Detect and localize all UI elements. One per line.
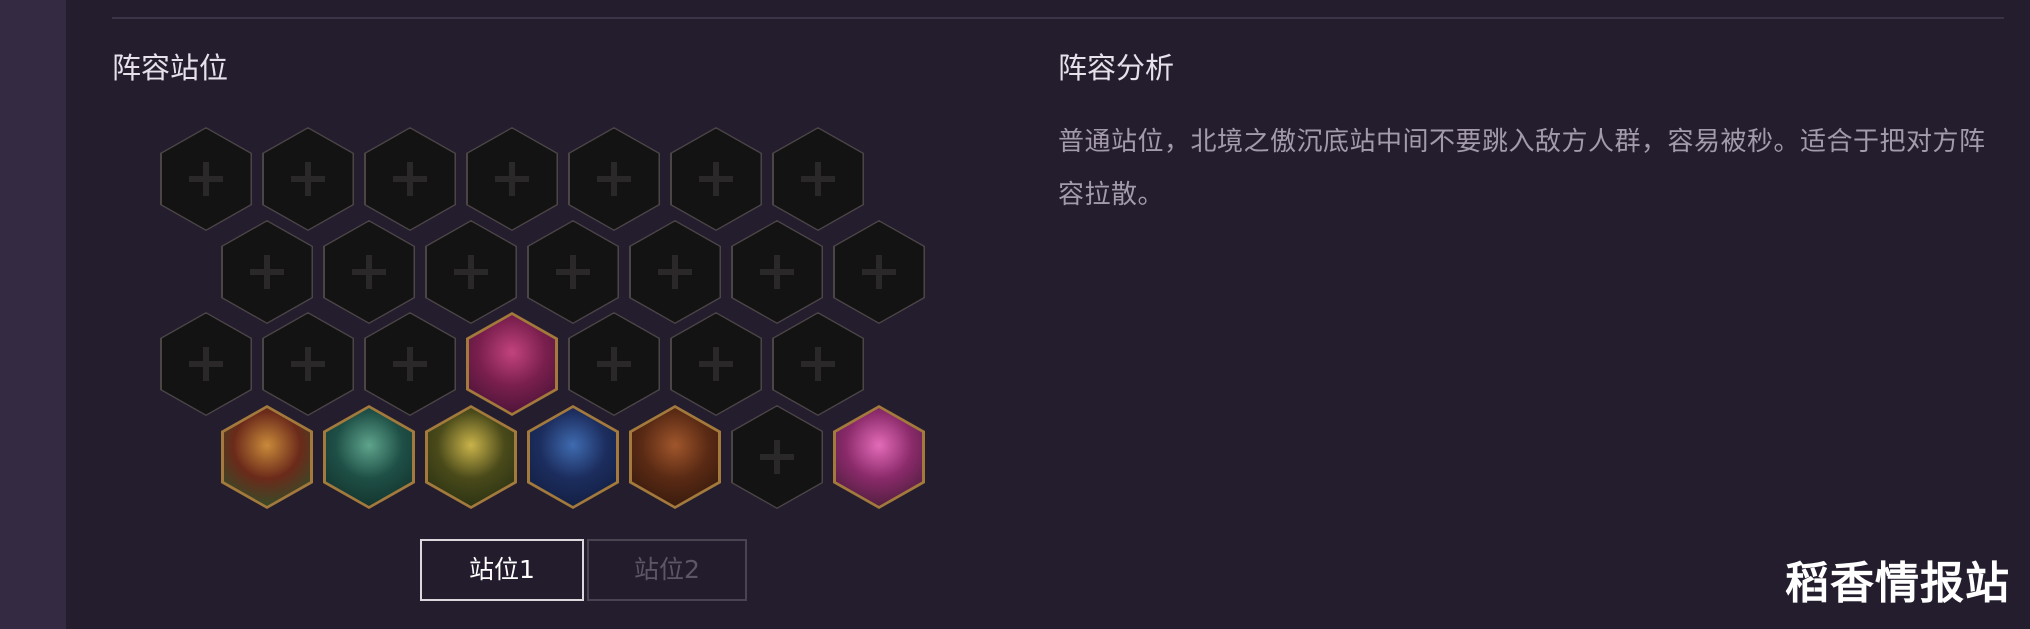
plus-icon: [760, 255, 794, 289]
plus-icon: [597, 347, 631, 381]
plus-icon: [699, 347, 733, 381]
champion-blue-beast-portrait: [530, 408, 616, 506]
plus-icon: [699, 162, 733, 196]
empty-hex-slot[interactable]: [568, 127, 660, 231]
empty-hex-slot[interactable]: [568, 312, 660, 416]
lineup-analysis-title: 阵容分析: [1058, 51, 1175, 85]
plus-icon: [658, 255, 692, 289]
empty-hex-slot[interactable]: [731, 405, 823, 509]
plus-icon: [393, 162, 427, 196]
champion-gold-ninja-hex[interactable]: [425, 405, 517, 509]
empty-hex-slot[interactable]: [670, 312, 762, 416]
empty-hex-slot[interactable]: [833, 220, 925, 324]
champion-monkey-portrait: [632, 408, 718, 506]
plus-icon: [760, 440, 794, 474]
empty-hex-slot[interactable]: [262, 312, 354, 416]
plus-icon: [556, 255, 590, 289]
empty-hex-slot[interactable]: [262, 127, 354, 231]
empty-hex-slot[interactable]: [731, 220, 823, 324]
empty-hex-slot[interactable]: [160, 127, 252, 231]
champion-pink-haired-hex[interactable]: [833, 405, 925, 509]
watermark: 稻香情报站: [1785, 558, 2010, 609]
champion-gold-ninja-portrait: [428, 408, 514, 506]
plus-icon: [862, 255, 896, 289]
champion-magenta-beast-portrait: [469, 315, 555, 413]
champion-masked-hunter-hex[interactable]: [221, 405, 313, 509]
empty-hex-slot[interactable]: [772, 127, 864, 231]
empty-hex-slot[interactable]: [160, 312, 252, 416]
empty-hex-slot[interactable]: [670, 127, 762, 231]
plus-icon: [801, 162, 835, 196]
plus-icon: [189, 162, 223, 196]
empty-hex-slot[interactable]: [772, 312, 864, 416]
plus-icon: [393, 347, 427, 381]
tab-position-2[interactable]: 站位2: [587, 539, 747, 601]
champion-masked-hunter-portrait: [224, 408, 310, 506]
empty-hex-slot[interactable]: [364, 312, 456, 416]
empty-hex-slot[interactable]: [323, 220, 415, 324]
champion-blue-beast-hex[interactable]: [527, 405, 619, 509]
champion-magenta-beast-hex[interactable]: [466, 312, 558, 416]
plus-icon: [801, 347, 835, 381]
empty-hex-slot[interactable]: [629, 220, 721, 324]
plus-icon: [291, 347, 325, 381]
empty-hex-slot[interactable]: [466, 127, 558, 231]
empty-hex-slot[interactable]: [527, 220, 619, 324]
plus-icon: [189, 347, 223, 381]
plus-icon: [597, 162, 631, 196]
plus-icon: [250, 255, 284, 289]
empty-hex-slot[interactable]: [364, 127, 456, 231]
plus-icon: [352, 255, 386, 289]
hex-board: [0, 0, 1000, 629]
champion-jade-dragon-portrait: [326, 408, 412, 506]
champion-jade-dragon-hex[interactable]: [323, 405, 415, 509]
lineup-analysis-text: 普通站位，北境之傲沉底站中间不要跳入敌方人群，容易被秒。适合于把对方阵容拉散。: [1058, 127, 1986, 210]
plus-icon: [454, 255, 488, 289]
tab-position-1[interactable]: 站位1: [420, 539, 584, 601]
empty-hex-slot[interactable]: [221, 220, 313, 324]
champion-pink-haired-portrait: [836, 408, 922, 506]
plus-icon: [291, 162, 325, 196]
champion-monkey-hex[interactable]: [629, 405, 721, 509]
empty-hex-slot[interactable]: [425, 220, 517, 324]
plus-icon: [495, 162, 529, 196]
